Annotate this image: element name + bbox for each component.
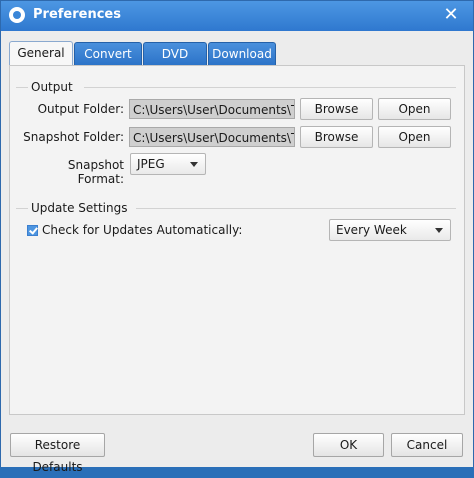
- chevron-down-icon: [435, 228, 443, 233]
- snapshot-open-button[interactable]: Open: [378, 126, 451, 148]
- snapshot-format-label: Snapshot Format:: [67, 158, 124, 186]
- title-bar: Preferences ✕: [1, 1, 473, 31]
- chevron-down-icon: [190, 162, 198, 167]
- update-frequency-value: Every Week: [336, 223, 407, 237]
- snapshot-browse-button[interactable]: Browse: [300, 126, 373, 148]
- output-open-button[interactable]: Open: [378, 98, 451, 120]
- section-divider: [136, 208, 456, 209]
- snapshot-folder-field[interactable]: C:\Users\User\Documents\Tipard: [129, 127, 295, 147]
- tab-dvd[interactable]: DVD: [143, 42, 207, 65]
- tab-general[interactable]: General: [9, 41, 73, 66]
- restore-defaults-button[interactable]: Restore Defaults: [10, 433, 105, 474]
- auto-update-label: Check for Updates Automatically:: [42, 223, 243, 237]
- section-divider: [16, 87, 28, 88]
- output-section-title: Output: [31, 80, 73, 94]
- section-divider: [16, 208, 28, 209]
- tab-convert[interactable]: Convert: [74, 42, 142, 65]
- window-title: Preferences: [33, 7, 121, 22]
- snapshot-format-select[interactable]: JPEG: [130, 153, 206, 175]
- output-folder-label: Output Folder:: [37, 102, 124, 116]
- dialog-footer: Restore Defaults OK Cancel: [1, 421, 473, 474]
- auto-update-checkbox[interactable]: [27, 225, 38, 236]
- general-tab-panel: Output Output Folder: C:\Users\User\Docu…: [9, 65, 465, 415]
- update-frequency-select[interactable]: Every Week: [329, 219, 451, 241]
- section-divider: [84, 87, 456, 88]
- tab-download[interactable]: Download: [208, 42, 276, 65]
- snapshot-folder-label: Snapshot Folder:: [23, 130, 124, 144]
- close-icon[interactable]: ✕: [441, 4, 461, 26]
- cancel-button[interactable]: Cancel: [391, 433, 463, 457]
- update-section-title: Update Settings: [31, 201, 128, 215]
- output-browse-button[interactable]: Browse: [300, 98, 373, 120]
- output-folder-field[interactable]: C:\Users\User\Documents\Tipard: [129, 99, 295, 119]
- preferences-window: Preferences ✕ General Convert DVD Downlo…: [0, 0, 474, 474]
- snapshot-format-value: JPEG: [137, 157, 165, 171]
- ok-button[interactable]: OK: [313, 433, 384, 457]
- app-logo-icon: [9, 7, 25, 23]
